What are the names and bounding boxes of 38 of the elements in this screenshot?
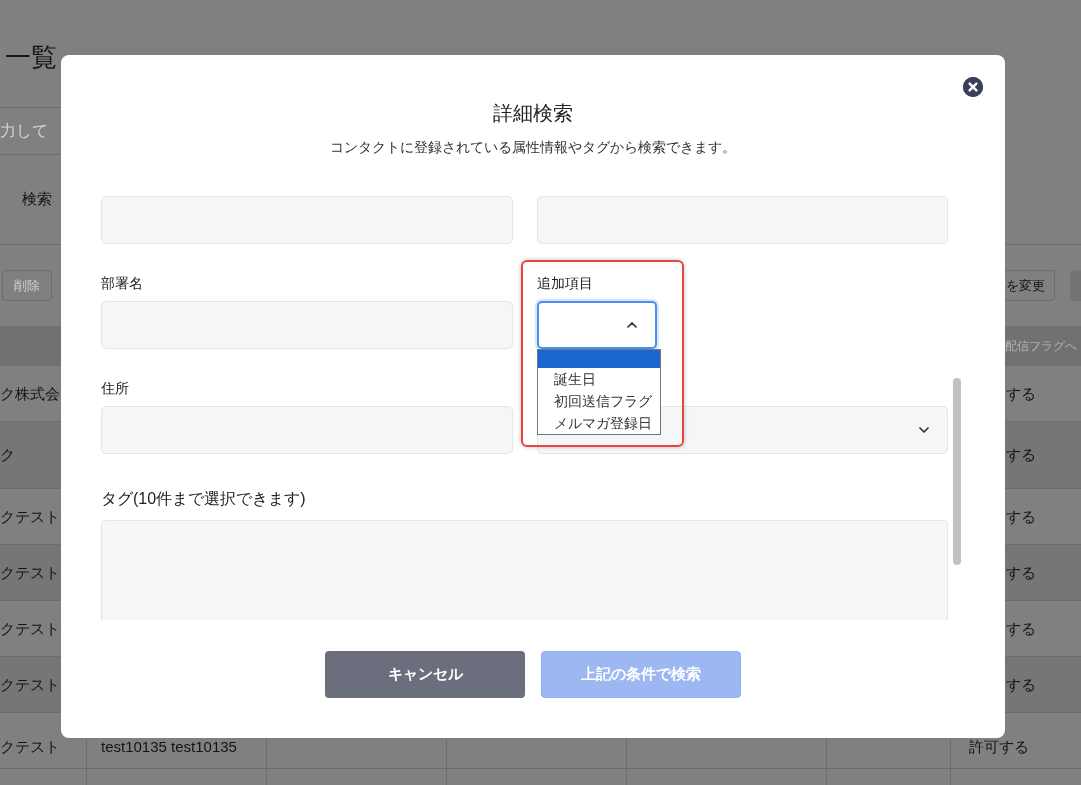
text-input[interactable] [536, 196, 948, 244]
table-cell: クテスト [0, 508, 60, 525]
section-label: 検索 [22, 189, 52, 210]
field-label: 追加項目 [536, 275, 593, 291]
text-input[interactable] [101, 406, 513, 454]
dropdown-option[interactable]: メルマガ登録日 [537, 412, 660, 434]
scrollbar[interactable] [953, 378, 961, 565]
table-cell: する [1006, 564, 1036, 581]
close-icon [963, 77, 983, 97]
table-cell: クテスト [0, 564, 60, 581]
search-field[interactable]: 力して [0, 107, 61, 155]
field-label: タグ(10件まで選択できます) [101, 490, 306, 507]
dropdown-option[interactable]: 誕生日 [537, 368, 660, 390]
table-cell: クテスト [0, 620, 60, 637]
close-button[interactable] [963, 77, 983, 97]
page-title: 一覧 [5, 41, 57, 74]
table-cell: する [1006, 676, 1036, 693]
cancel-button[interactable]: キャンセル [325, 651, 525, 698]
dialog-title: 詳細検索 [493, 101, 573, 126]
table-cell: 許可する [969, 739, 1029, 755]
text-input[interactable] [101, 301, 513, 349]
table-cell: クテスト [0, 739, 60, 755]
table-cell: する [1006, 447, 1036, 463]
field-label: 部署名 [101, 275, 143, 291]
dialog-subtitle: コンタクトに登録されている属性情報やタグから検索できます。 [330, 138, 736, 157]
table-cell: ク [0, 447, 15, 463]
table-cell: する [1006, 508, 1036, 525]
dropdown-option[interactable]: 初回送信フラグ [537, 390, 660, 412]
table-cell: する [1006, 385, 1036, 402]
table-cell: する [1006, 620, 1036, 637]
table-cell: ク株式会 [0, 385, 60, 402]
table-cell: test10135 test10135 [101, 739, 237, 755]
text-input[interactable] [101, 196, 513, 244]
tags-field[interactable] [101, 520, 948, 620]
field-label: 住所 [101, 380, 129, 396]
table-cell: クテスト [0, 676, 60, 693]
dropdown-select[interactable] [536, 301, 657, 349]
column-header: 配信フラグへ [1005, 338, 1077, 355]
